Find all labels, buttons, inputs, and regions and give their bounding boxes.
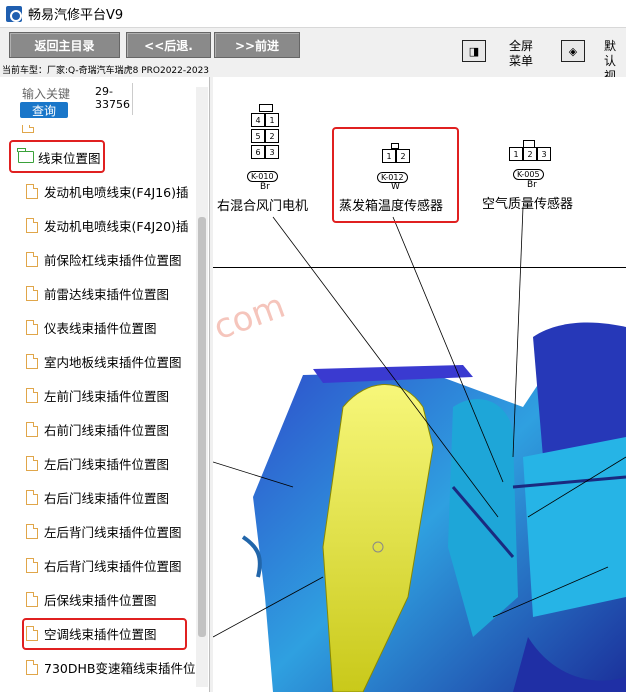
- document-icon: [26, 183, 38, 199]
- back-to-main-button[interactable]: 返回主目录: [9, 32, 120, 58]
- tree-item-label: 左后背门线束插件位置图: [44, 524, 182, 540]
- tree-item-label: 仪表线束插件位置图: [44, 320, 157, 336]
- connector-label[interactable]: 空气质量传感器: [482, 193, 573, 212]
- tree-item-label: 室内地板线束插件位置图: [44, 354, 182, 370]
- document-icon: [26, 421, 38, 437]
- connector-wire-color: Br: [527, 180, 537, 190]
- document-icon: [26, 659, 38, 675]
- title-bar: 畅易汽修平台V9: [0, 0, 626, 28]
- tree-item[interactable]: 前保险杠线束插件位置图: [0, 242, 196, 276]
- tree-item-label: 730DHB变速箱线束插件位: [44, 660, 196, 676]
- toolbar: 返回主目录 <<后退. >>前进 ◨ 全屏 菜单 ◈ 默认 视图: [0, 28, 626, 98]
- connector-label[interactable]: 右混合风门电机: [217, 195, 308, 214]
- connector-code: K-005: [513, 169, 544, 180]
- forward-button[interactable]: >>前进: [214, 32, 300, 58]
- connector-wire-color: Br: [260, 182, 270, 192]
- tree-item[interactable]: 室内地板线束插件位置图: [0, 344, 196, 378]
- connector-pin: 3: [265, 145, 279, 159]
- connector-pin: 1: [265, 113, 279, 127]
- document-icon: [26, 591, 38, 607]
- document-icon: [26, 353, 38, 369]
- fullscreen-label-line1: 全屏: [508, 39, 533, 53]
- tree-item-partial[interactable]: [0, 125, 196, 137]
- connector-pin: 2: [523, 147, 537, 161]
- sidebar: 输入关键 查询 29-33756 线束位置图 发动机电喷线束(F4J16)插 发…: [0, 77, 210, 692]
- tree-item[interactable]: 左后背门线束插件位置图: [0, 514, 196, 548]
- search-button[interactable]: 查询: [20, 102, 68, 118]
- category-tree: 线束位置图 发动机电喷线束(F4J16)插 发动机电喷线束(F4J20)插 前保…: [0, 125, 196, 692]
- connector-pin: 6: [251, 145, 265, 159]
- tree-item[interactable]: 730DHB变速箱线束插件位: [0, 650, 196, 684]
- connector-code: K-010: [247, 171, 278, 182]
- back-button[interactable]: <<后退.: [126, 32, 211, 58]
- document-icon: [26, 251, 38, 267]
- tree-item-label: 右后背门线束插件位置图: [44, 558, 182, 574]
- vehicle-info: 当前车型：厂家:Q-奇瑞汽车瑞虎8 PRO2022-2023: [2, 66, 210, 76]
- tree-item-label: 右后门线束插件位置图: [44, 490, 170, 506]
- scrollbar-thumb[interactable]: [198, 217, 206, 637]
- connector-latch-icon: [259, 104, 273, 112]
- document-icon: [26, 387, 38, 403]
- document-icon: [22, 125, 34, 133]
- highlight-box-connector: [332, 127, 459, 223]
- tree-item[interactable]: 前雷达线束插件位置图: [0, 276, 196, 310]
- tree-item[interactable]: 发动机电喷线束(F4J16)插: [0, 174, 196, 208]
- document-icon: [26, 455, 38, 471]
- tree-item[interactable]: 左后门线束插件位置图: [0, 446, 196, 480]
- tree-item[interactable]: 右后背门线束插件位置图: [0, 548, 196, 582]
- document-icon: [26, 557, 38, 573]
- connector-pin: 3: [537, 147, 551, 161]
- highlight-box-ac-item: [22, 618, 187, 650]
- tree-item-label: 左前门线束插件位置图: [44, 388, 170, 404]
- document-icon: [26, 285, 38, 301]
- connector-pin: 5: [251, 129, 265, 143]
- connector-pin: 4: [251, 113, 265, 127]
- search-divider: [132, 83, 133, 115]
- connector-pin: 1: [509, 147, 523, 161]
- connector-pin: 2: [265, 129, 279, 143]
- search-label: 输入关键: [22, 87, 71, 101]
- tree-item[interactable]: 后保线束插件位置图: [0, 582, 196, 616]
- search-input[interactable]: 29-33756: [95, 85, 135, 111]
- tree-item[interactable]: 右后门线束插件位置图: [0, 480, 196, 514]
- tree-item[interactable]: 仪表线束插件位置图: [0, 310, 196, 344]
- highlight-box-folder: [9, 140, 105, 173]
- document-icon: [26, 217, 38, 233]
- tree-item[interactable]: 右前门线束插件位置图: [0, 412, 196, 446]
- document-icon: [26, 489, 38, 505]
- tree-item[interactable]: 发动机电喷线束(F4J20)插: [0, 208, 196, 242]
- document-icon: [26, 319, 38, 335]
- tree-item-label: 后保线束插件位置图: [44, 592, 157, 608]
- fullscreen-icon[interactable]: ◨: [462, 40, 486, 62]
- tree-item-label: 左后门线束插件位置图: [44, 456, 170, 472]
- tree-item-label: 发动机电喷线束(F4J16)插: [44, 184, 189, 200]
- tree-item-label: 右前门线束插件位置图: [44, 422, 170, 438]
- tree-item-label: 前雷达线束插件位置图: [44, 286, 170, 302]
- tree-item-label: 发动机电喷线束(F4J20)插: [44, 218, 189, 234]
- tree-item-label: 前保险杠线束插件位置图: [44, 252, 182, 268]
- diagram-view[interactable]: com 4 1 5 2 6 3 K-010 Br 右混合风门电机 1 2 K-0…: [213, 77, 626, 692]
- sidebar-scrollbar[interactable]: [196, 87, 208, 687]
- window-title: 畅易汽修平台V9: [28, 8, 124, 23]
- document-icon: [26, 523, 38, 539]
- default-view-icon[interactable]: ◈: [561, 40, 585, 62]
- tree-item[interactable]: 左前门线束插件位置图: [0, 378, 196, 412]
- app-logo-icon: [6, 5, 22, 22]
